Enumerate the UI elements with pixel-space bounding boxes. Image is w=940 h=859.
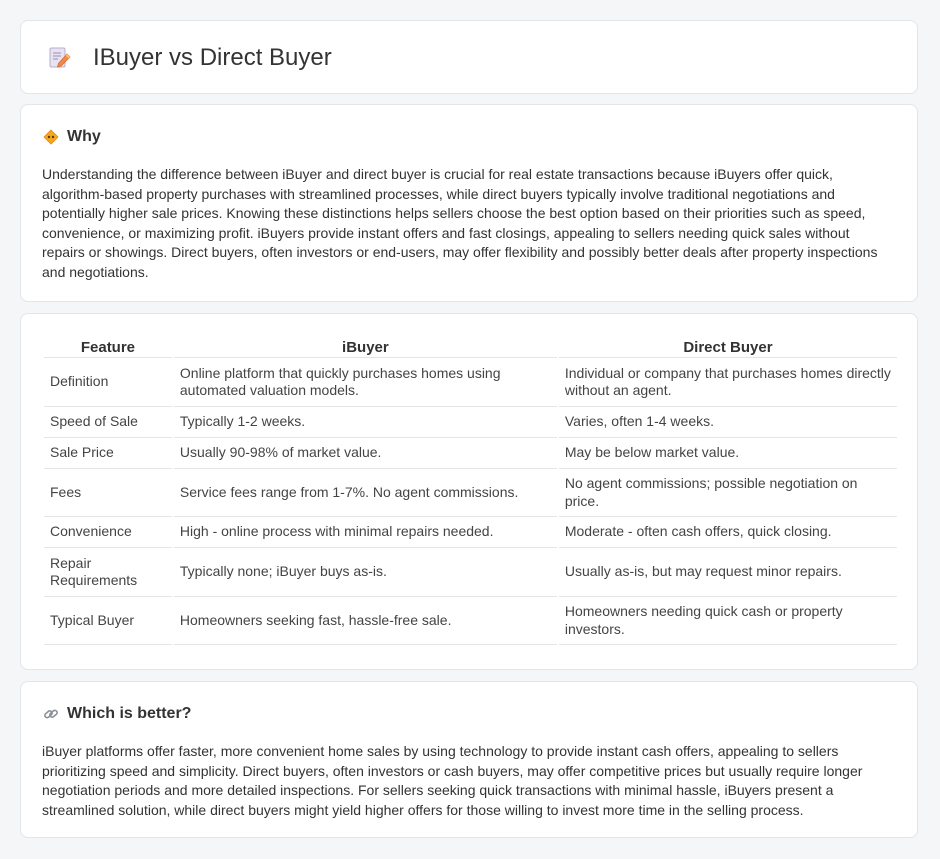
table-header-row: Feature iBuyer Direct Buyer (44, 336, 897, 358)
feature-cell: Definition (44, 358, 172, 407)
direct-buyer-cell: Usually as-is, but may request minor rep… (558, 548, 897, 597)
page-title: IBuyer vs Direct Buyer (93, 44, 332, 71)
link-icon (43, 706, 59, 722)
table-row: Speed of Sale Typically 1-2 weeks. Varie… (44, 407, 897, 438)
feature-cell: Convenience (44, 517, 172, 548)
why-section: Why Understanding the difference between… (20, 104, 918, 302)
header-ibuyer: iBuyer (173, 336, 557, 358)
direct-buyer-cell: May be below market value. (558, 438, 897, 469)
better-heading: Which is better? (43, 704, 191, 724)
table-row: Definition Online platform that quickly … (44, 358, 897, 407)
feature-cell: Typical Buyer (44, 597, 172, 645)
comparison-table: Feature iBuyer Direct Buyer Definition O… (42, 336, 899, 645)
why-heading: Why (43, 127, 101, 147)
header-direct-buyer: Direct Buyer (558, 336, 897, 358)
better-title: Which is better? (67, 705, 192, 722)
table-row: Repair Requirements Typically none; iBuy… (44, 548, 897, 597)
table-row: Fees Service fees range from 1-7%. No ag… (44, 469, 897, 517)
ibuyer-cell: Usually 90-98% of market value. (173, 438, 557, 469)
better-text: iBuyer platforms offer faster, more conv… (42, 743, 863, 818)
comparison-table-card: Feature iBuyer Direct Buyer Definition O… (20, 313, 918, 670)
ibuyer-cell: Online platform that quickly purchases h… (173, 358, 557, 407)
ibuyer-cell: Typically none; iBuyer buys as-is. (173, 548, 557, 597)
why-title: Why (67, 128, 101, 145)
header-card: IBuyer vs Direct Buyer (20, 20, 918, 94)
direct-buyer-cell: Moderate - often cash offers, quick clos… (558, 517, 897, 548)
direct-buyer-cell: No agent commissions; possible negotiati… (558, 469, 897, 517)
direct-buyer-cell: Varies, often 1-4 weeks. (558, 407, 897, 438)
feature-cell: Speed of Sale (44, 407, 172, 438)
ibuyer-cell: Typically 1-2 weeks. (173, 407, 557, 438)
diamond-warning-icon (43, 129, 59, 145)
direct-buyer-cell: Individual or company that purchases hom… (558, 358, 897, 407)
feature-cell: Fees (44, 469, 172, 517)
why-text: Understanding the difference between iBu… (42, 166, 878, 280)
table-row: Sale Price Usually 90-98% of market valu… (44, 438, 897, 469)
ibuyer-cell: Service fees range from 1-7%. No agent c… (173, 469, 557, 517)
table-row: Typical Buyer Homeowners seeking fast, h… (44, 597, 897, 645)
feature-cell: Sale Price (44, 438, 172, 469)
header-feature: Feature (44, 336, 172, 358)
feature-cell: Repair Requirements (44, 548, 172, 597)
table-row: Convenience High - online process with m… (44, 517, 897, 548)
direct-buyer-cell: Homeowners needing quick cash or propert… (558, 597, 897, 645)
ibuyer-cell: High - online process with minimal repai… (173, 517, 557, 548)
ibuyer-cell: Homeowners seeking fast, hassle-free sal… (173, 597, 557, 645)
document-pencil-icon (49, 47, 71, 68)
which-is-better-section: Which is better? iBuyer platforms offer … (20, 681, 918, 838)
